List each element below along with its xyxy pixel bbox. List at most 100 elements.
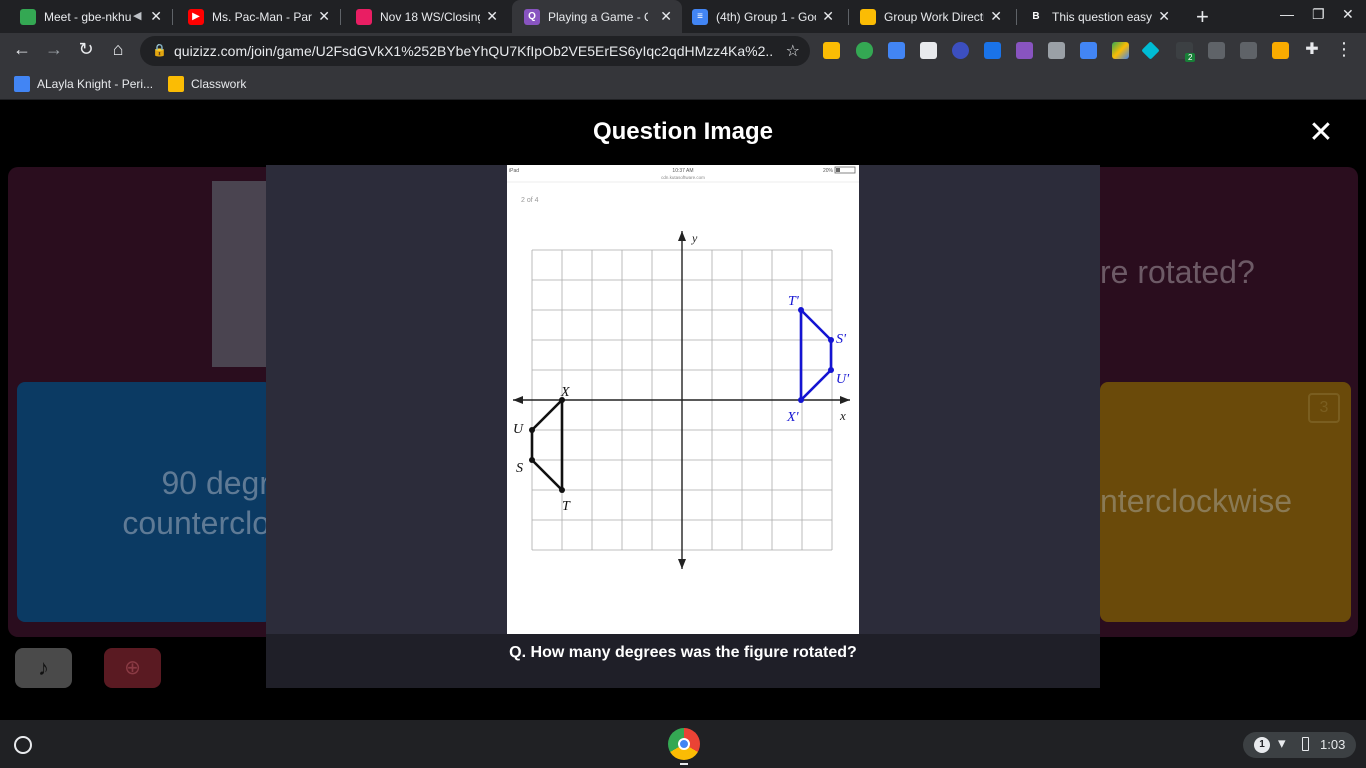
close-tab-icon[interactable]: ✕ (1158, 8, 1170, 25)
restore-icon[interactable]: ❐ (1312, 6, 1325, 23)
extension-translate-icon[interactable] (888, 42, 905, 59)
close-tab-icon[interactable]: ✕ (318, 8, 330, 25)
notification-count: 1 (1254, 737, 1270, 753)
brainly-icon: B (1028, 8, 1044, 25)
question-text-fragment: re rotated? (1100, 254, 1255, 290)
tab-brainly[interactable]: B This question easy ✕ (1008, 0, 1180, 33)
docs-icon: ≡ (692, 8, 708, 25)
menu-icon[interactable]: ⋮ (1332, 39, 1356, 60)
extensions-icon[interactable]: ✚ (1300, 39, 1324, 59)
status-time: 10:37 AM (672, 168, 693, 174)
tab-quizizz[interactable]: Q Playing a Game - Q ✕ (512, 0, 682, 33)
tab-title: Ms. Pac-Man - Part (212, 9, 312, 24)
bookmark-label: Classwork (191, 77, 247, 91)
label-u-prime: U' (836, 372, 850, 387)
zoom-button[interactable]: ⊕ (104, 648, 161, 688)
extension-gem-icon[interactable] (1141, 41, 1160, 60)
bookmark-item[interactable]: Classwork (168, 76, 246, 92)
extension-copy-icon[interactable] (1048, 42, 1065, 59)
tab-slides[interactable]: Group Work Directi ✕ (840, 0, 1012, 33)
worksheet-graph: iPad 10:37 AM cdn.kutasoftware.com 20% 2… (507, 166, 859, 569)
clock: 1:03 (1320, 737, 1346, 752)
close-icon[interactable]: ✕ (1306, 118, 1336, 148)
back-icon[interactable]: ← (10, 39, 34, 60)
tab-youtube[interactable]: ▶ Ms. Pac-Man - Part ✕ (168, 0, 340, 33)
close-tab-icon[interactable]: ✕ (990, 8, 1002, 25)
os-shelf: 1 ▾ 1:03 (0, 720, 1366, 768)
tab-title: (4th) Group 1 - Goo (716, 9, 816, 24)
bookmark-star-icon[interactable]: ☆ (786, 41, 800, 61)
url-text[interactable]: quizizz.com/join/game/U2FsdGVkX1%252BYbe… (174, 43, 774, 59)
label-s-prime: S' (836, 332, 847, 347)
extension-thumb-icon[interactable] (1272, 42, 1289, 59)
slides-icon (860, 8, 876, 25)
music-off-button[interactable]: ♪ (15, 648, 72, 688)
wifi-icon: ▾ (1278, 735, 1286, 752)
extension-classroom-icon[interactable] (823, 42, 840, 59)
extension-badge-count: 2 (1185, 53, 1196, 62)
tab-docs[interactable]: ≡ (4th) Group 1 - Goo ✕ (672, 0, 844, 33)
minimize-icon[interactable]: — (1280, 6, 1294, 22)
close-tab-icon[interactable]: ✕ (660, 8, 672, 25)
address-bar[interactable]: 🔒 quizizz.com/join/game/U2FsdGVkX1%252BY… (140, 36, 810, 66)
modal-title: Question Image (592, 118, 774, 145)
lock-icon: 🔒 (152, 43, 167, 57)
label-x: X (560, 385, 570, 400)
close-tab-icon[interactable]: ✕ (486, 8, 498, 25)
tab-title: This question easy (1052, 9, 1152, 24)
x-axis-label: x (839, 408, 846, 423)
extension-puzzle-icon[interactable] (920, 42, 937, 59)
page-label: 2 of 4 (521, 197, 539, 204)
docs-icon (14, 76, 30, 92)
bookmark-label: ALayla Knight - Peri... (37, 77, 154, 91)
close-tab-icon[interactable]: ✕ (150, 8, 162, 25)
tab-title: Meet - gbe-nkhu (44, 9, 132, 24)
label-t-prime: T' (788, 294, 800, 309)
option-number-badge: 3 (1308, 393, 1340, 423)
youtube-icon: ▶ (188, 8, 204, 25)
answer-option-4-text: nterclockwise (1100, 483, 1293, 519)
extension-diamond-icon[interactable] (984, 42, 1001, 59)
question-caption: Q. How many degrees was the figure rotat… (266, 634, 1100, 688)
speaker-icon: ◀ (133, 10, 142, 22)
new-tab-icon[interactable]: + (1196, 4, 1209, 30)
label-s: S (516, 461, 523, 476)
meet-icon (20, 8, 36, 25)
bookmarks-bar: ALayla Knight - Peri... Classwork (0, 69, 1366, 100)
battery-icon (1302, 737, 1309, 751)
status-url: cdn.kutasoftware.com (661, 175, 705, 180)
rotated-figure (799, 306, 833, 404)
classroom-icon (356, 8, 372, 25)
extension-screencast-icon[interactable] (1080, 42, 1097, 59)
tab-strip: Meet - gbe-nkhu ◀ ✕ ▶ Ms. Pac-Man - Part… (0, 0, 1366, 33)
tab-title: Nov 18 WS/Closing (380, 9, 480, 24)
classroom-icon (168, 76, 184, 92)
forward-icon[interactable]: → (42, 39, 66, 60)
active-app-indicator (680, 763, 688, 765)
extension-qr-icon[interactable] (1240, 42, 1257, 59)
tab-title: Playing a Game - Q (548, 9, 648, 24)
extension-kami-icon[interactable] (952, 42, 969, 59)
original-figure (530, 396, 564, 494)
launcher-icon[interactable] (14, 736, 32, 754)
browser-toolbar: ← → ↻ ⌂ 🔒 quizizz.com/join/game/U2FsdGVk… (0, 33, 1366, 69)
label-t: T (562, 499, 571, 514)
extension-flag-icon[interactable] (1016, 42, 1033, 59)
extension-g-icon[interactable] (1208, 42, 1225, 59)
label-x-prime: X' (786, 410, 800, 425)
answer-option-1-text: 90 degr counterclo (122, 465, 270, 541)
quizizz-icon: Q (524, 8, 540, 25)
tab-classroom[interactable]: Nov 18 WS/Closing ✕ (336, 0, 508, 33)
extension-drive-icon[interactable] (1112, 42, 1129, 59)
question-thumbnail (212, 181, 272, 367)
tab-meet[interactable]: Meet - gbe-nkhu ◀ ✕ (0, 0, 172, 33)
label-u: U (513, 422, 524, 437)
close-window-icon[interactable]: ✕ (1342, 6, 1354, 23)
close-tab-icon[interactable]: ✕ (822, 8, 834, 25)
home-icon[interactable]: ⌂ (106, 39, 130, 60)
status-ipad: iPad (509, 168, 519, 174)
extension-shield-icon[interactable] (856, 42, 873, 59)
question-image: iPad 10:37 AM cdn.kutasoftware.com 20% 2… (507, 165, 859, 634)
reload-icon[interactable]: ↻ (74, 39, 98, 60)
bookmark-item[interactable]: ALayla Knight - Peri... (14, 76, 153, 92)
